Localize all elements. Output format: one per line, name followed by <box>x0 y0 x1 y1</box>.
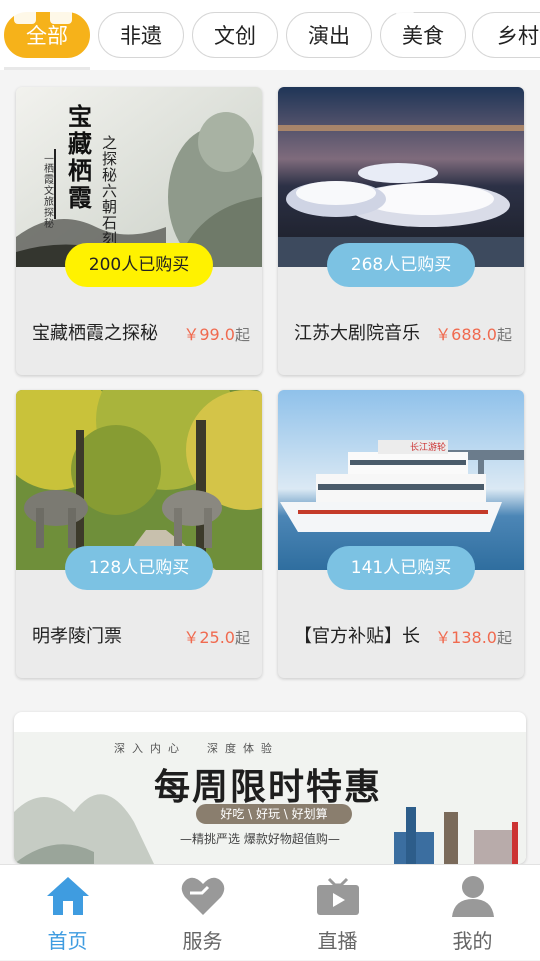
product-title: 江苏大剧院音乐 <box>294 323 420 344</box>
nav-profile[interactable]: 我的 <box>405 865 540 961</box>
product-title: 明孝陵门票 <box>32 626 122 647</box>
price-value: ￥25.0 <box>183 628 235 647</box>
nav-home[interactable]: 首页 <box>0 865 135 961</box>
weekly-deal-banner[interactable]: 深 入 内 心 深 度 体 验 每周限时特惠 好吃 \ 好玩 \ 好划算 —精挑… <box>14 712 526 864</box>
tab-label: 全部 <box>26 24 68 48</box>
product-price: ￥99.0起 <box>183 321 250 345</box>
image-caption-side: —栖霞文旅探秘 <box>44 153 54 230</box>
wifi-icon <box>396 6 414 24</box>
home-icon <box>47 877 89 915</box>
product-image-stone-carving: 宝藏栖霞 之探秘六朝石刻 —栖霞文旅探秘 <box>16 87 262 267</box>
product-card[interactable]: 宝藏栖霞 之探秘六朝石刻 —栖霞文旅探秘 200人已购买 宝藏栖霞之探秘 ￥99… <box>16 87 262 375</box>
tab-label: 演出 <box>308 24 350 48</box>
price-value: ￥99.0 <box>183 325 235 344</box>
product-price: ￥25.0起 <box>183 624 250 648</box>
banner-slogan: —精挑严选 爆款好物超值购— <box>180 832 340 846</box>
user-icon <box>452 876 494 917</box>
price-unit: 起 <box>496 629 512 647</box>
price-unit: 起 <box>496 326 512 344</box>
image-caption-boat-name: 长江游轮 <box>410 443 447 453</box>
banner-top-line: 深 入 内 心 深 度 体 验 <box>114 742 272 755</box>
product-image-grand-theatre <box>278 87 524 267</box>
banner-tags: 好吃 \ 好玩 \ 好划算 <box>196 804 352 824</box>
nav-label: 服务 <box>182 929 223 953</box>
sold-count-badge: 128人已购买 <box>65 546 213 590</box>
nav-service[interactable]: 服务 <box>135 865 270 961</box>
product-title: 宝藏栖霞之探秘 <box>32 323 158 344</box>
sold-count-badge: 200人已购买 <box>65 243 213 287</box>
heart-icon <box>181 877 225 915</box>
image-caption-main: 宝藏栖霞 <box>68 102 92 212</box>
price-unit: 起 <box>234 629 250 647</box>
price-value: ￥688.0 <box>435 325 497 344</box>
product-card[interactable]: 128人已购买 明孝陵门票 ￥25.0起 <box>16 390 262 678</box>
active-tab-indicator <box>4 67 90 70</box>
tab-label: 非遗 <box>120 24 162 48</box>
notification-icon <box>14 6 36 24</box>
nav-label: 我的 <box>452 929 493 953</box>
nav-label: 首页 <box>47 929 88 953</box>
status-bar <box>0 0 540 26</box>
image-caption-sub: 之探秘六朝石刻 <box>102 134 118 248</box>
product-price: ￥688.0起 <box>435 321 512 345</box>
sold-count-badge: 268人已购买 <box>327 243 475 287</box>
price-value: ￥138.0 <box>435 628 497 647</box>
banner-title: 每周限时特惠 <box>154 766 383 808</box>
battery-icon <box>462 6 472 24</box>
product-card[interactable]: 长江游轮 141人已购买 【官方补贴】长 ￥138.0起 <box>278 390 524 678</box>
price-unit: 起 <box>234 326 250 344</box>
live-video-icon <box>317 877 359 915</box>
product-image-river-cruise: 长江游轮 <box>278 390 524 570</box>
tab-label: 乡村游 <box>497 24 540 48</box>
notification-icon <box>50 6 72 24</box>
sold-count-badge: 141人已购买 <box>327 546 475 590</box>
product-title: 【官方补贴】长 <box>294 626 420 647</box>
product-price: ￥138.0起 <box>435 624 512 648</box>
nav-live[interactable]: 直播 <box>270 865 405 961</box>
product-card[interactable]: 268人已购买 江苏大剧院音乐 ￥688.0起 <box>278 87 524 375</box>
nav-label: 直播 <box>317 929 358 953</box>
tab-label: 美食 <box>402 24 444 48</box>
tab-label: 文创 <box>214 24 256 48</box>
bottom-navigation: 首页 服务 直播 我的 <box>0 864 540 960</box>
product-image-ming-tomb <box>16 390 262 570</box>
